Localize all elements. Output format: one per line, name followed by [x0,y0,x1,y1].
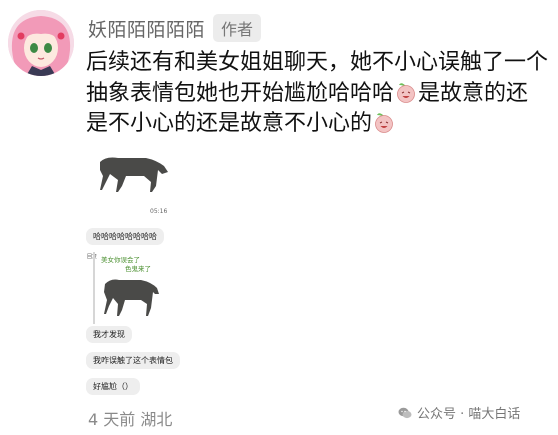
wolf-sticker-image [100,157,168,192]
chat-bubble-awkward: 好尴尬（） [86,378,140,395]
avatar[interactable] [8,10,74,76]
peach-face-emoji-icon [397,82,415,103]
chat-bubble-sent: 我咋误触了这个表情包 [86,352,180,369]
author-badge: 作者 [213,14,262,42]
attached-chat-screenshot[interactable]: 05:16 哈哈哈哈哈哈哈哈 回复 美女你误会了 色鬼来了 我才发现 我咋误触了… [86,152,266,396]
wolf-sticker-image [104,279,159,316]
quoted-message: 美女你误会了 色鬼来了 [93,252,175,324]
peach-face-emoji-icon [375,113,393,133]
comment-meta: 4 天前 湖北 [88,410,173,429]
watermark-text: 公众号 · 喵大白话 [417,407,521,422]
chat-timestamp: 05:16 [150,208,168,215]
comment-text: 后续还有和美女姐姐聊天，她不小心误触了一个抽象表情包她也开始尴尬哈哈哈 是故意的… [86,48,548,140]
wechat-icon [398,407,412,418]
anime-girl-avatar-image [8,10,74,76]
author-row: 妖陌陌陌陌陌 作者 [88,14,262,42]
watermark: 公众号 · 喵大白话 [398,403,520,422]
author-name[interactable]: 妖陌陌陌陌陌 [88,15,205,42]
chat-bubble-laugh: 哈哈哈哈哈哈哈哈 [86,228,164,245]
chat-bubble-discover: 我才发现 [86,326,132,343]
